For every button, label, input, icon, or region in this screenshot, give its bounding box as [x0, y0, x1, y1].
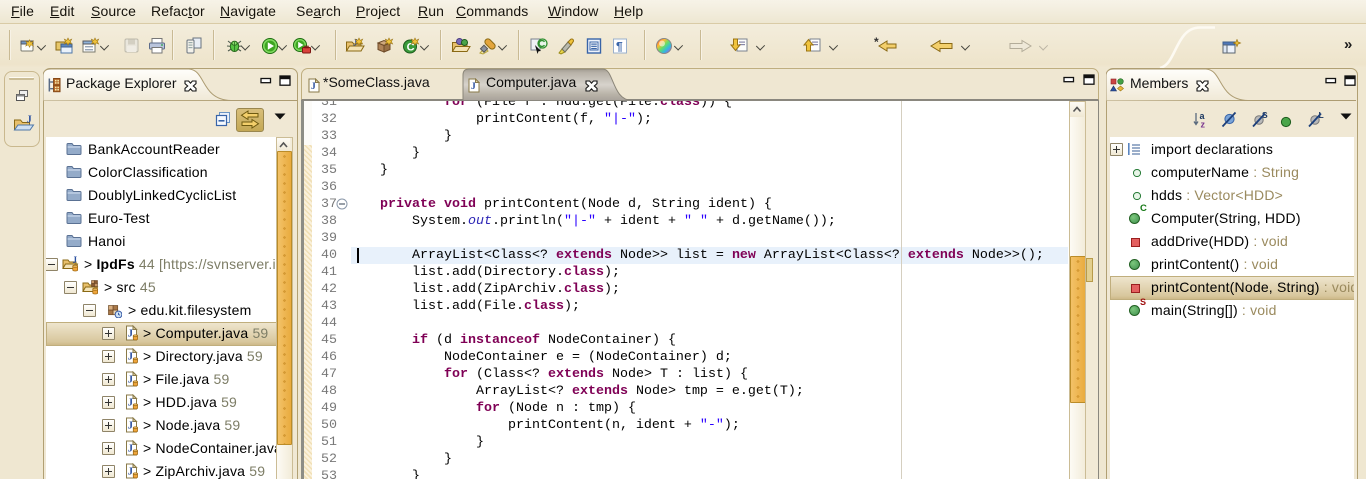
svg-text:J: J: [27, 115, 32, 126]
svg-text:C: C: [407, 42, 415, 54]
svg-text:z: z: [1201, 120, 1206, 130]
svg-text:J: J: [311, 82, 316, 92]
svg-text:*: *: [874, 37, 879, 49]
svg-text:¶: ¶: [616, 40, 623, 54]
svg-text:J: J: [471, 82, 476, 92]
